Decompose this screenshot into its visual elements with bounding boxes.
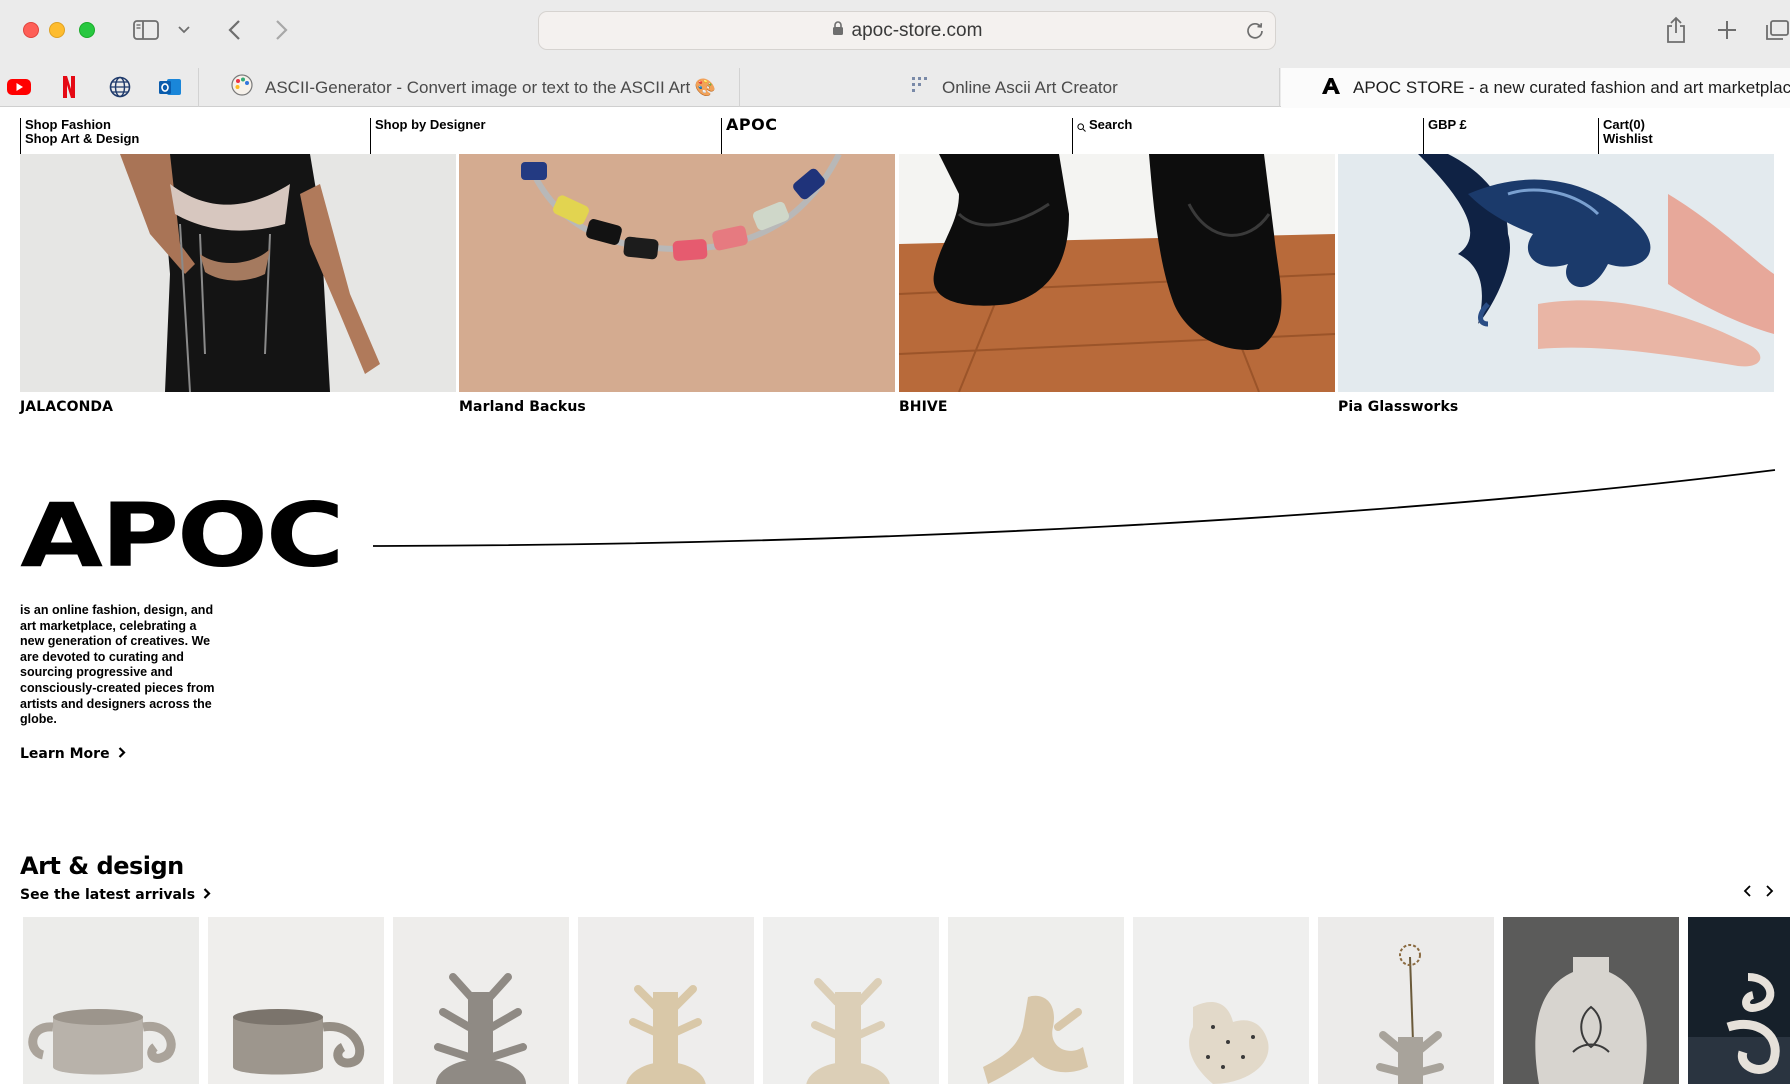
site-logo[interactable]: APOC xyxy=(721,115,778,154)
designer-name[interactable]: JALACONDA xyxy=(20,399,456,415)
tab-title: ASCII-Generator - Convert image or text … xyxy=(265,77,717,97)
product-card-sculpture[interactable] xyxy=(948,917,1124,1084)
chevron-right-icon xyxy=(1766,885,1774,897)
address-bar[interactable]: apoc-store.com xyxy=(538,11,1276,50)
designer-image[interactable] xyxy=(899,154,1335,392)
product-card-vase-dark[interactable] xyxy=(1503,917,1679,1084)
designer-image[interactable] xyxy=(20,154,456,392)
product-card-vase-spiked[interactable] xyxy=(393,917,569,1084)
new-tab-icon[interactable] xyxy=(1714,14,1740,46)
site-header: Shop Fashion Shop Art & Design Shop by D… xyxy=(0,108,1790,154)
chevron-down-icon[interactable] xyxy=(176,14,192,46)
designer-image[interactable] xyxy=(459,154,895,392)
reload-icon[interactable] xyxy=(1245,20,1265,46)
designer-name[interactable]: BHIVE xyxy=(899,399,1335,415)
back-icon[interactable] xyxy=(224,14,244,46)
designer-image[interactable] xyxy=(1338,154,1774,392)
sidebar-toggle-icon[interactable] xyxy=(132,14,160,46)
designer-card[interactable]: JALACONDA xyxy=(20,154,456,415)
product-card-sculpture-speckled[interactable] xyxy=(1133,917,1309,1084)
nav-shop-art-design[interactable]: Shop Art & Design xyxy=(25,132,139,146)
site-logo-text: APOC xyxy=(726,115,778,134)
product-card-sculpture-swirl[interactable] xyxy=(1688,917,1790,1084)
about-heading: APOC xyxy=(20,484,345,587)
product-card-vase-flower[interactable] xyxy=(1318,917,1494,1084)
outlook-icon[interactable] xyxy=(158,75,182,99)
search-icon xyxy=(1077,121,1086,135)
apoc-logo-icon xyxy=(1321,77,1341,100)
tab-title: APOC STORE - a new curated fashion and a… xyxy=(1353,78,1790,97)
nav-shop-designer[interactable]: Shop by Designer xyxy=(370,118,486,154)
lock-icon xyxy=(832,20,844,42)
decorative-curve xyxy=(372,469,1776,547)
designer-card[interactable]: BHIVE xyxy=(899,154,1335,415)
zoom-window-button[interactable] xyxy=(79,22,95,38)
designer-card[interactable]: Pia Glassworks xyxy=(1338,154,1774,415)
product-card-vase-cream[interactable] xyxy=(578,917,754,1084)
learn-more-label: Learn More xyxy=(20,746,110,762)
tab-overview-icon[interactable] xyxy=(1764,14,1790,46)
browser-toolbar: apoc-store.com xyxy=(0,0,1790,60)
carousel-next-button[interactable] xyxy=(1764,884,1774,902)
currency-selector[interactable]: GBP £ xyxy=(1423,118,1467,154)
nav-shop-fashion[interactable]: Shop Fashion xyxy=(25,118,139,132)
designer-name[interactable]: Pia Glassworks xyxy=(1338,399,1774,415)
url-text: apoc-store.com xyxy=(851,19,983,41)
netflix-icon[interactable] xyxy=(57,75,81,99)
product-card-vase-cream-2[interactable] xyxy=(763,917,939,1084)
wishlist-link[interactable]: Wishlist xyxy=(1603,132,1653,146)
nav-shop-group: Shop Fashion Shop Art & Design xyxy=(20,118,139,154)
designer-row: JALACONDA Marland Backus BHIVE Pia Glass… xyxy=(20,154,1775,415)
learn-more-link[interactable]: Learn More xyxy=(20,746,126,762)
nav-cart-group: Cart(0) Wishlist xyxy=(1598,118,1653,154)
tab-ascii-generator[interactable]: ASCII-Generator - Convert image or text … xyxy=(198,68,739,107)
tab-apoc-store[interactable]: APOC STORE - a new curated fashion and a… xyxy=(1281,68,1790,108)
search-label: Search xyxy=(1089,117,1133,132)
close-window-button[interactable] xyxy=(23,22,39,38)
nav-shop-designer-label: Shop by Designer xyxy=(375,117,486,132)
product-carousel xyxy=(23,917,1790,1084)
chevron-right-icon xyxy=(203,887,211,903)
section-title: Art & design xyxy=(20,852,184,880)
ascii-grid-icon xyxy=(910,75,930,100)
browser-chrome: apoc-store.com ASCII-Generator - Convert… xyxy=(0,0,1790,108)
globe-icon[interactable] xyxy=(108,75,132,99)
palette-icon xyxy=(231,74,253,101)
forward-icon[interactable] xyxy=(272,14,292,46)
about-text: is an online fashion, design, and art ma… xyxy=(20,603,215,727)
product-card-mug[interactable] xyxy=(208,917,384,1084)
designer-name[interactable]: Marland Backus xyxy=(459,399,895,415)
product-card-mug[interactable] xyxy=(23,917,199,1084)
chevron-right-icon xyxy=(118,746,126,762)
nav-search[interactable]: Search xyxy=(1072,118,1132,154)
carousel-prev-button[interactable] xyxy=(1743,884,1753,902)
tab-bar: ASCII-Generator - Convert image or text … xyxy=(0,68,1790,108)
tab-title: Online Ascii Art Creator xyxy=(942,77,1118,97)
share-icon[interactable] xyxy=(1663,14,1689,46)
designer-card[interactable]: Marland Backus xyxy=(459,154,895,415)
tab-online-ascii-art[interactable]: Online Ascii Art Creator xyxy=(739,68,1280,107)
currency-label: GBP £ xyxy=(1428,117,1467,132)
latest-arrivals-label: See the latest arrivals xyxy=(20,887,196,903)
youtube-icon[interactable] xyxy=(7,75,31,99)
cart-link[interactable]: Cart(0) xyxy=(1603,118,1653,132)
chevron-left-icon xyxy=(1743,885,1751,897)
latest-arrivals-link[interactable]: See the latest arrivals xyxy=(20,887,211,903)
minimize-window-button[interactable] xyxy=(49,22,65,38)
